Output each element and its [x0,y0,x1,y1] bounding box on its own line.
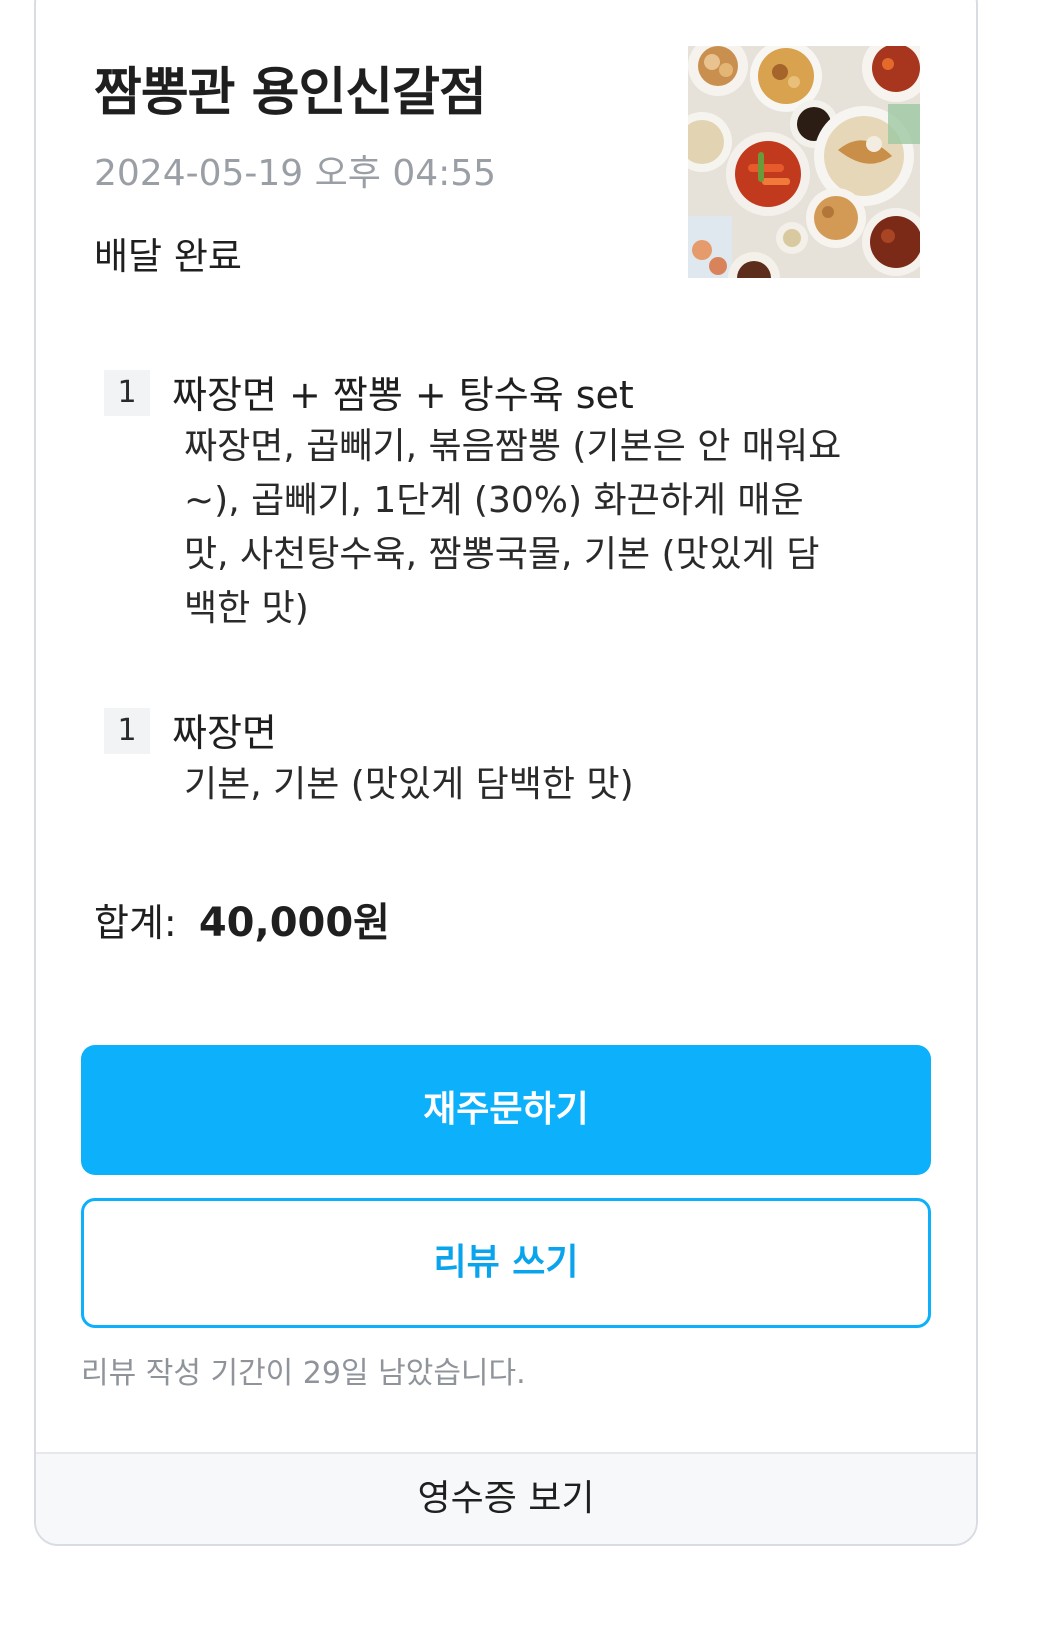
order-status: 배달 완료 [94,235,242,278]
order-total: 합계: 40,000원 [94,890,390,948]
menu-options: 기본, 기본 (맛있게 담백한 맛) [184,764,634,805]
menu-name: 짜장면 + 짬뽕 + 탕수육 set [172,373,634,417]
quantity-badge: 1 [104,370,150,416]
food-platter-image [688,46,920,278]
reorder-button[interactable]: 재주문하기 [81,1045,931,1175]
order-card: 짬뽕관 용인신갈점 2024-05-19 오후 04:55 배달 완료 1 짜장… [34,0,978,1546]
menu-name: 짜장면 [172,711,277,755]
store-name[interactable]: 짬뽕관 용인신갈점 [94,50,487,125]
total-amount: 40,000원 [198,900,390,946]
order-date: 2024-05-19 오후 04:55 [94,153,497,194]
view-receipt-button[interactable]: 영수증 보기 [36,1452,976,1544]
review-period-notice: 리뷰 작성 기간이 29일 남았습니다. [81,1356,526,1391]
store-thumbnail-image[interactable] [688,46,920,278]
quantity-badge: 1 [104,708,150,754]
total-label: 합계: [94,901,177,945]
write-review-button[interactable]: 리뷰 쓰기 [81,1198,931,1328]
menu-options: 짜장면, 곱빼기, 볶음짬뽕 (기본은 안 매워요~), 곱빼기, 1단계 (3… [184,426,842,629]
